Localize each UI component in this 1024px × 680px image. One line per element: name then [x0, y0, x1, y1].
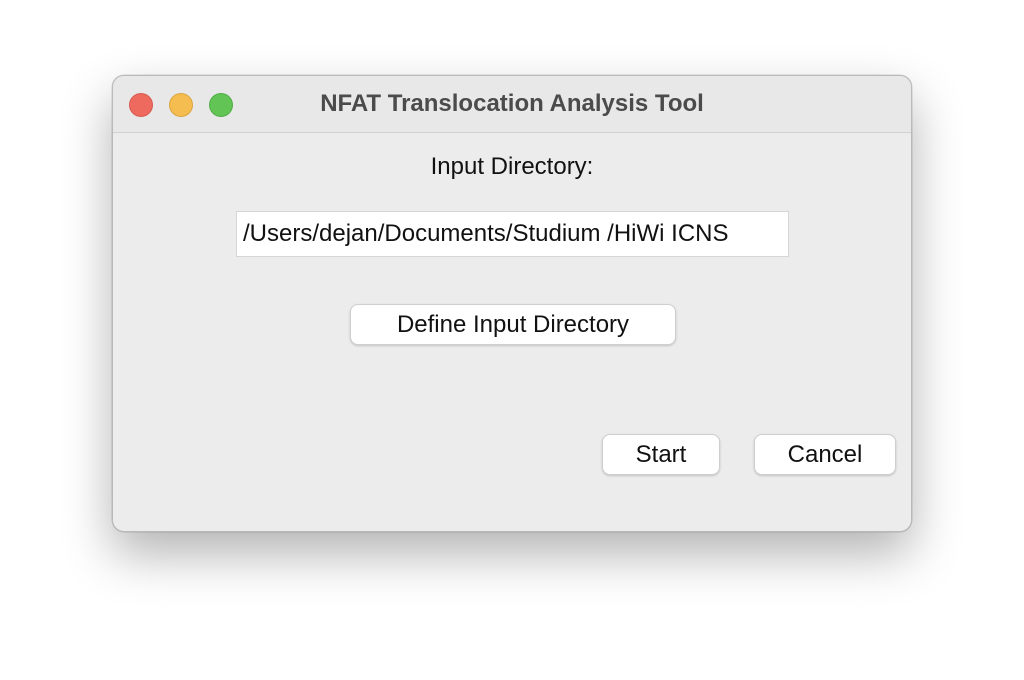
- input-directory-label: Input Directory:: [430, 153, 594, 180]
- title-bar[interactable]: NFAT Translocation Analysis Tool: [113, 76, 911, 133]
- zoom-window-button[interactable]: [209, 93, 233, 117]
- cancel-button[interactable]: Cancel: [754, 434, 896, 475]
- minimize-window-button[interactable]: [169, 93, 193, 117]
- start-button[interactable]: Start: [602, 434, 720, 475]
- close-window-button[interactable]: [129, 93, 153, 117]
- app-window: NFAT Translocation Analysis Tool Input D…: [112, 75, 912, 532]
- define-input-directory-button[interactable]: Define Input Directory: [350, 304, 676, 345]
- input-directory-field[interactable]: [236, 211, 789, 257]
